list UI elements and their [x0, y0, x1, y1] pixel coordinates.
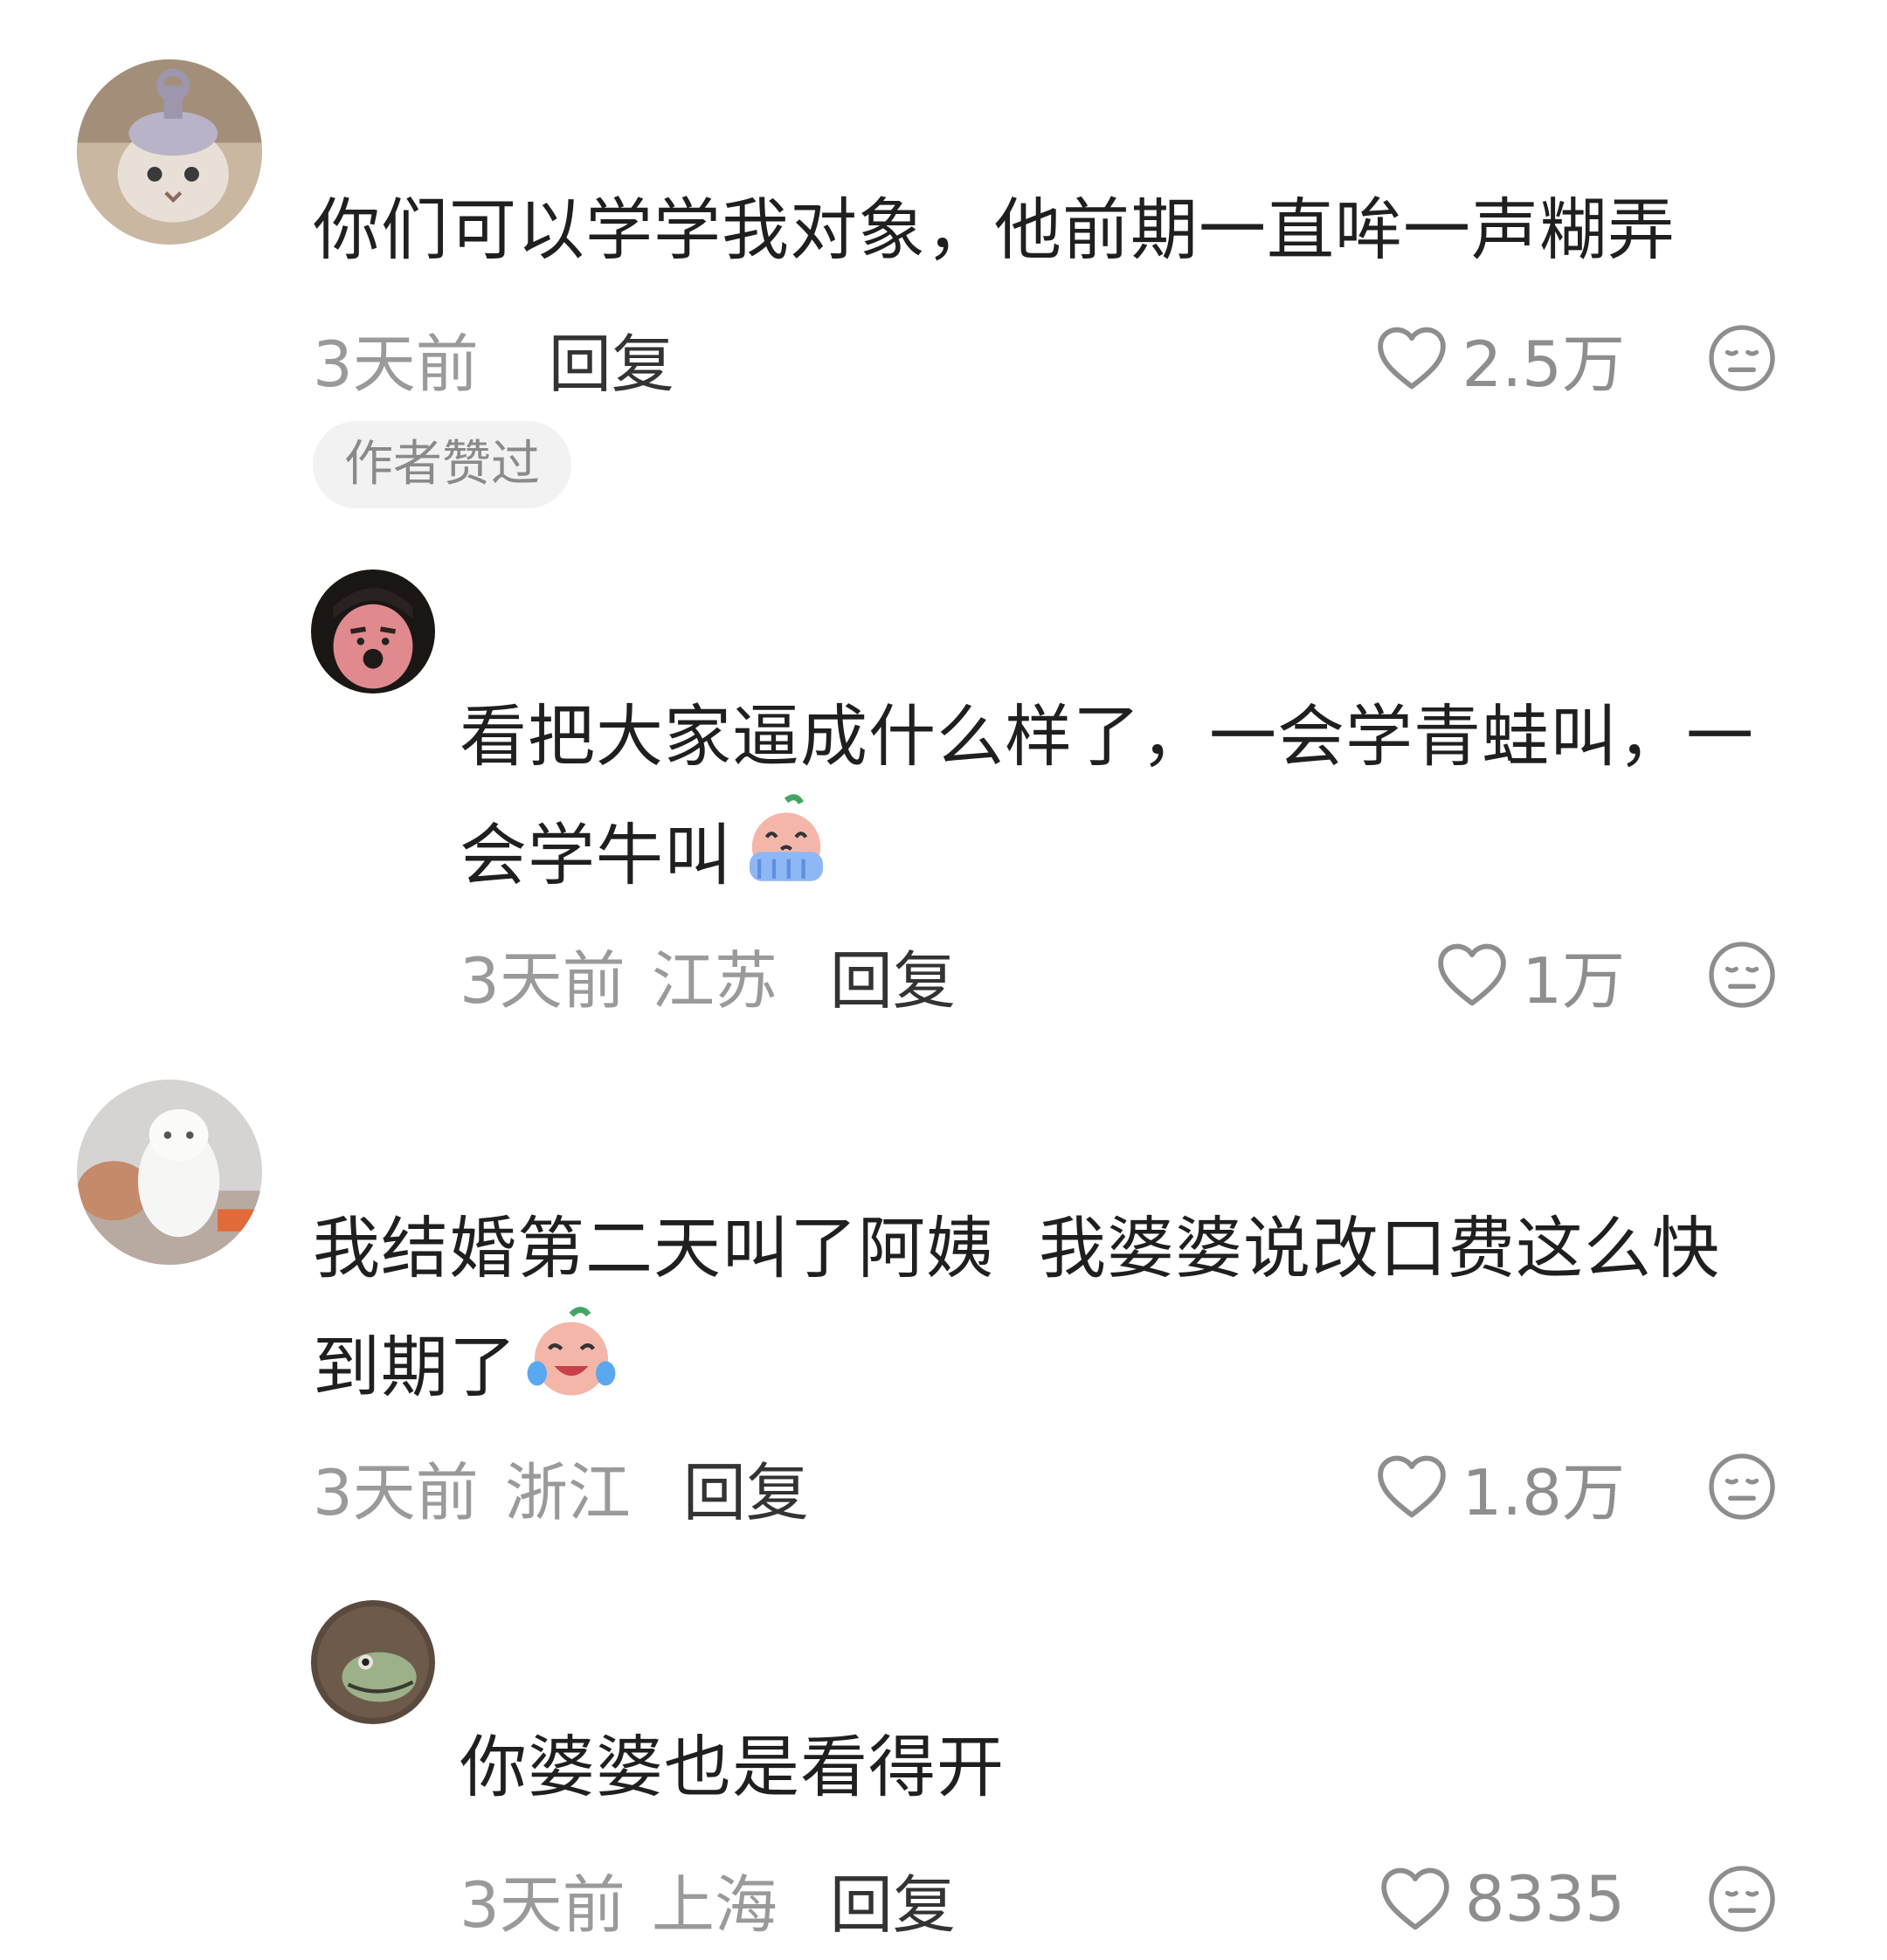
comment-text: 你们可以学学我对象，他前期一直哞一声糊弄 — [313, 192, 1676, 270]
reply-button[interactable]: 回复 — [830, 929, 956, 1021]
reply-button[interactable]: 回复 — [549, 313, 674, 404]
heart-outline-icon — [1380, 1867, 1449, 1930]
meh-face-icon[interactable] — [1707, 940, 1777, 1010]
like-button[interactable]: 2.5万 — [1345, 314, 1625, 402]
like-button[interactable]: 8335 — [1345, 1855, 1625, 1943]
heart-outline-icon — [1438, 943, 1506, 1006]
meh-face-icon[interactable] — [1707, 1452, 1777, 1522]
like-count: 8335 — [1464, 1862, 1625, 1936]
like-button[interactable]: 1.8万 — [1345, 1443, 1625, 1530]
comment-location: 上海 — [651, 1867, 778, 1942]
comment-time: 3天前 — [313, 1455, 479, 1529]
avatar[interactable] — [77, 59, 262, 245]
comment-time: 3天前 — [313, 327, 479, 401]
comment-text: 看把大家逼成什么样了，一会学青蛙叫，一 会学牛叫 — [460, 683, 1754, 912]
like-count: 1.8万 — [1462, 1455, 1625, 1529]
comment-text: 你婆婆也是看得开 — [460, 1729, 1005, 1807]
comment-text-segment: 会学牛叫 — [460, 818, 732, 895]
like-count: 2.5万 — [1462, 327, 1625, 401]
heart-outline-icon — [1378, 327, 1447, 390]
avatar[interactable] — [311, 569, 435, 694]
comment-meta: 3天前 浙江 回复 — [313, 1443, 809, 1530]
comment-text-line: 我结婚第二天叫了阿姨 我婆婆说改口费这么快 — [313, 1211, 1720, 1288]
avatar[interactable] — [311, 1600, 435, 1724]
comment-text-segment: 到期了 — [313, 1329, 517, 1407]
crying-emoji — [750, 794, 823, 881]
comment-meta: 3天前 回复 — [313, 314, 674, 402]
avatar[interactable] — [77, 1080, 262, 1265]
laugh-cry-emoji — [527, 1307, 616, 1396]
comment-location: 江苏 — [651, 943, 778, 1018]
reply-button[interactable]: 回复 — [830, 1853, 956, 1945]
reply-button[interactable]: 回复 — [683, 1441, 809, 1533]
comment-text-line: 看把大家逼成什么样了，一会学青蛙叫，一 — [460, 699, 1754, 776]
like-count: 1万 — [1522, 943, 1625, 1018]
heart-outline-icon — [1378, 1455, 1447, 1518]
like-button[interactable]: 1万 — [1345, 931, 1625, 1018]
comment-meta: 3天前 上海 回复 — [460, 1855, 956, 1943]
comment-time: 3天前 — [460, 943, 626, 1018]
comment-location: 浙江 — [504, 1455, 631, 1529]
meh-face-icon[interactable] — [1707, 1864, 1777, 1934]
comment-text: 我结婚第二天叫了阿姨 我婆婆说改口费这么快 到期了 — [313, 1195, 1720, 1424]
comment-time: 3天前 — [460, 1867, 626, 1942]
comment-text-line: 到期了 — [313, 1305, 1720, 1424]
meh-face-icon[interactable] — [1707, 323, 1777, 393]
author-liked-badge: 作者赞过 — [313, 421, 571, 508]
comment-meta: 3天前 江苏 回复 — [460, 931, 956, 1018]
comment-text-line: 会学牛叫 — [460, 793, 1754, 912]
